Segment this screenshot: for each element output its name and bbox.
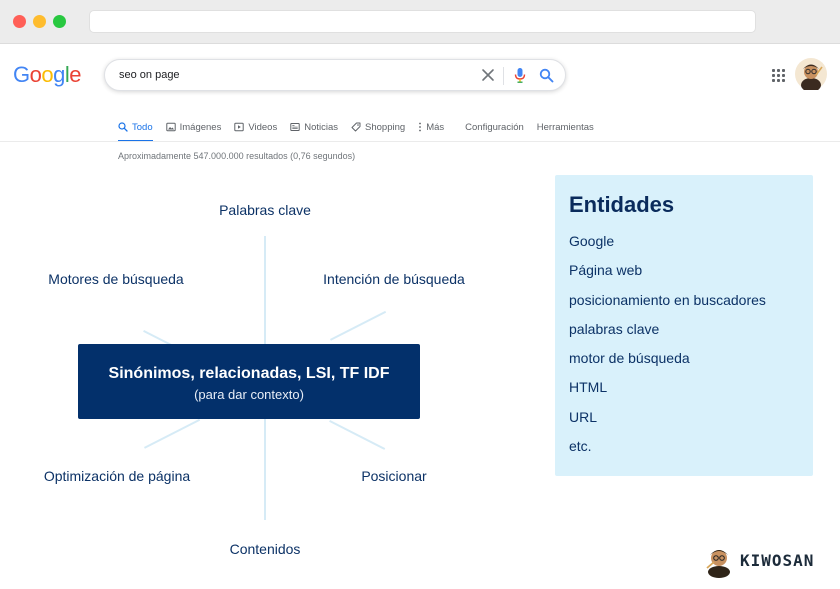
list-item: posicionamiento en buscadores: [569, 291, 766, 308]
entities-title: Entidades: [569, 192, 675, 217]
logo-letter: o: [41, 62, 54, 87]
tab-herramientas[interactable]: Herramientas: [537, 120, 594, 134]
list-item: Página web: [569, 262, 643, 279]
list-item: palabras clave: [569, 320, 660, 337]
logo-letter: G: [13, 62, 30, 87]
browser-chrome: [0, 0, 840, 44]
list-item: HTML: [569, 379, 608, 396]
list-item: motor de búsqueda: [569, 350, 690, 367]
brand-name: KIWOSAN: [740, 551, 815, 570]
tab-videos[interactable]: Videos: [234, 120, 277, 134]
tab-label: Configuración: [465, 121, 524, 133]
news-icon: [290, 123, 300, 131]
tab-shopping[interactable]: Shopping: [351, 120, 405, 134]
entities-panel: Entidades Google Página web posicionamie…: [555, 175, 813, 476]
tag-icon: [351, 122, 361, 132]
diagram-center-box: Sinónimos, relacionadas, LSI, TF IDF (pa…: [78, 344, 420, 419]
video-icon: [234, 122, 245, 132]
tab-configuracion[interactable]: Configuración: [465, 120, 524, 134]
tab-label: Shopping: [365, 121, 406, 133]
maximize-window-button[interactable]: [53, 15, 66, 28]
logo-letter: g: [53, 62, 65, 87]
tab-label: Herramientas: [536, 121, 594, 133]
address-bar[interactable]: [89, 10, 756, 33]
image-icon: [165, 122, 176, 132]
center-title: Sinónimos, relacionadas, LSI, TF IDF: [108, 365, 390, 382]
logo-letter: e: [69, 62, 82, 87]
more-vert-icon: [419, 122, 422, 132]
minimize-window-button[interactable]: [33, 15, 46, 28]
diagram-spoke-lower-left: [144, 418, 201, 449]
diagram-spoke-lower-right: [329, 420, 386, 450]
list-item: etc.: [569, 438, 592, 455]
tab-noticias[interactable]: Noticias: [290, 120, 338, 134]
tab-label: Imágenes: [179, 121, 222, 133]
list-item: URL: [569, 408, 598, 425]
tab-label: Noticias: [304, 121, 339, 133]
diagram-label-top-right: Intención de búsqueda: [323, 271, 465, 287]
tab-todo[interactable]: Todo: [118, 120, 153, 142]
avatar[interactable]: [795, 58, 827, 90]
brand-mascot-icon: [706, 550, 730, 578]
search-divider: [503, 67, 504, 85]
diagram-label-top: Palabras clave: [219, 202, 311, 218]
apps-grid-icon[interactable]: [772, 69, 785, 82]
search-icon: [118, 122, 128, 132]
diagram-spoke-upper-right: [330, 310, 387, 341]
tabs-divider: [0, 141, 840, 142]
center-subtitle: (para dar contexto): [194, 387, 304, 402]
list-item: Google: [569, 233, 615, 249]
tab-label: Todo: [132, 121, 153, 133]
google-logo[interactable]: Google: [13, 62, 82, 88]
search-box[interactable]: seo on page: [104, 59, 566, 91]
close-window-button[interactable]: [13, 15, 26, 28]
diagram-label-bottom-right: Posicionar: [361, 468, 427, 484]
logo-letter: o: [29, 62, 42, 87]
search-tabs: Todo Imágenes Videos Noticias Shopping M…: [118, 120, 607, 142]
diagram-label-bottom: Contenidos: [229, 541, 301, 557]
search-input[interactable]: seo on page: [119, 69, 180, 81]
tab-mas[interactable]: Más: [418, 120, 444, 134]
diagram-label-top-left: Motores de búsqueda: [48, 271, 184, 287]
tab-label: Videos: [248, 121, 278, 133]
results-count: Aproximadamente 547.000.000 resultados (…: [118, 151, 356, 161]
tab-label: Más: [426, 121, 445, 133]
entities-list: Google Página web posicionamiento en bus…: [569, 233, 766, 467]
microphone-icon[interactable]: [513, 67, 527, 84]
diagram-label-bottom-left: Optimización de página: [43, 468, 191, 484]
clear-icon[interactable]: [481, 68, 495, 82]
search-icon[interactable]: [539, 68, 554, 83]
tab-imagenes[interactable]: Imágenes: [165, 120, 222, 134]
